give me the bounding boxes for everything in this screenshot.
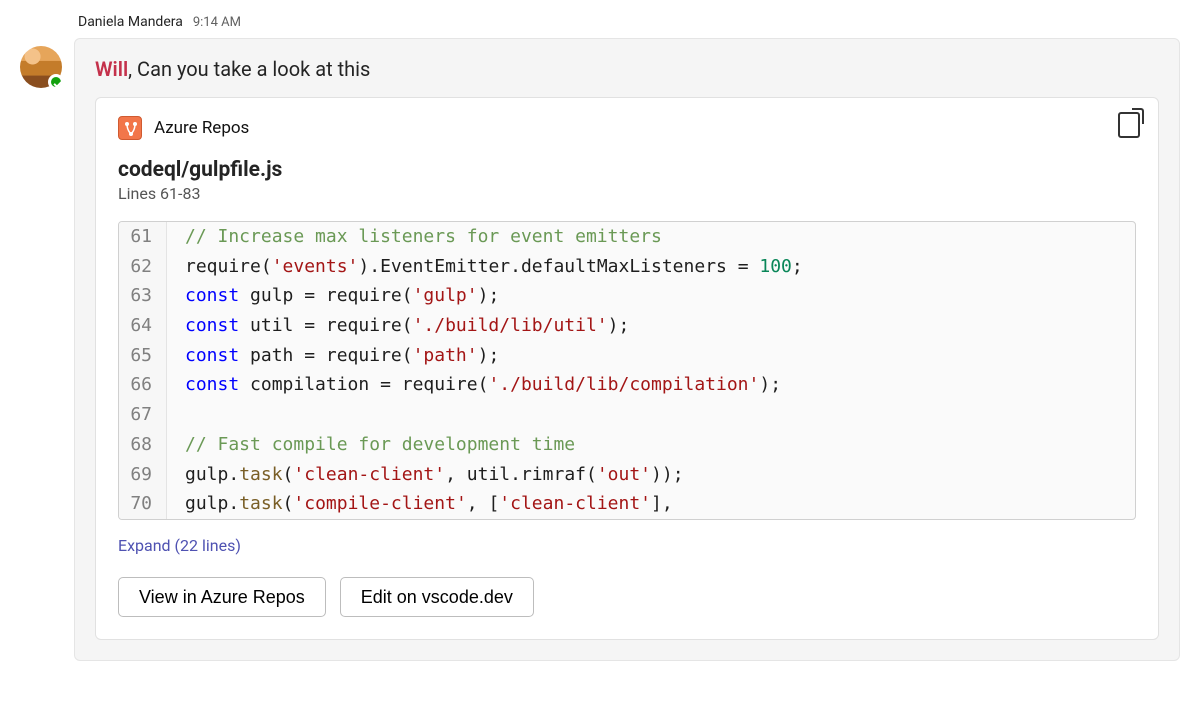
code-line: // Fast compile for development time [167,430,575,460]
presence-available-icon [48,74,64,90]
lines-subtitle: Lines 61-83 [118,184,1136,203]
code-row: 66const compilation = require('./build/l… [119,370,1135,400]
line-number: 69 [119,460,167,490]
code-line: const util = require('./build/lib/util')… [167,311,629,341]
code-row: 63const gulp = require('gulp'); [119,281,1135,311]
card-header: Azure Repos [118,116,1136,140]
message-bubble: Will, Can you take a look at this Azure … [74,38,1180,661]
code-row: 69gulp.task('clean-client', util.rimraf(… [119,460,1135,490]
message-body: Daniela Mandera 9:14 AM Will, Can you ta… [74,14,1180,661]
code-row: 65const path = require('path'); [119,341,1135,371]
code-block[interactable]: 61// Increase max listeners for event em… [118,221,1136,520]
line-number: 64 [119,311,167,341]
line-number: 61 [119,222,167,252]
azure-repos-icon [118,116,142,140]
expand-link[interactable]: Expand (22 lines) [118,536,241,555]
code-line: require('events').EventEmitter.defaultMa… [167,252,803,282]
file-title: codeql/gulpfile.js [118,158,1136,182]
card-actions: View in Azure Repos Edit on vscode.dev [118,577,1136,617]
code-line: gulp.task('compile-client', ['clean-clie… [167,489,673,519]
mention[interactable]: Will [95,57,128,81]
message-header: Daniela Mandera 9:14 AM [78,14,1180,30]
sender-name[interactable]: Daniela Mandera [78,14,183,30]
edit-on-vscode-dev-button[interactable]: Edit on vscode.dev [340,577,534,617]
line-number: 62 [119,252,167,282]
chat-message: Daniela Mandera 9:14 AM Will, Can you ta… [0,0,1200,661]
line-number: 70 [119,489,167,519]
copy-icon[interactable] [1118,112,1140,138]
code-row: 68// Fast compile for development time [119,430,1135,460]
code-line: const gulp = require('gulp'); [167,281,499,311]
code-line: gulp.task('clean-client', util.rimraf('o… [167,460,684,490]
code-row: 61// Increase max listeners for event em… [119,222,1135,252]
view-in-azure-repos-button[interactable]: View in Azure Repos [118,577,326,617]
code-row: 67 [119,400,1135,430]
line-number: 65 [119,341,167,371]
line-number: 63 [119,281,167,311]
code-line: const compilation = require('./build/lib… [167,370,781,400]
code-row: 62require('events').EventEmitter.default… [119,252,1135,282]
code-row: 64const util = require('./build/lib/util… [119,311,1135,341]
message-text: Will, Can you take a look at this [95,55,1159,83]
code-line: const path = require('path'); [167,341,499,371]
line-number: 68 [119,430,167,460]
code-row: 70gulp.task('compile-client', ['clean-cl… [119,489,1135,519]
code-line [167,400,196,430]
line-number: 66 [119,370,167,400]
avatar-wrap [20,46,62,88]
message-text-rest: , Can you take a look at this [128,57,370,81]
card-source-name: Azure Repos [154,118,249,138]
message-timestamp: 9:14 AM [193,15,241,30]
code-line: // Increase max listeners for event emit… [167,222,662,252]
code-card: Azure Repos codeql/gulpfile.js Lines 61-… [95,97,1159,640]
line-number: 67 [119,400,167,430]
